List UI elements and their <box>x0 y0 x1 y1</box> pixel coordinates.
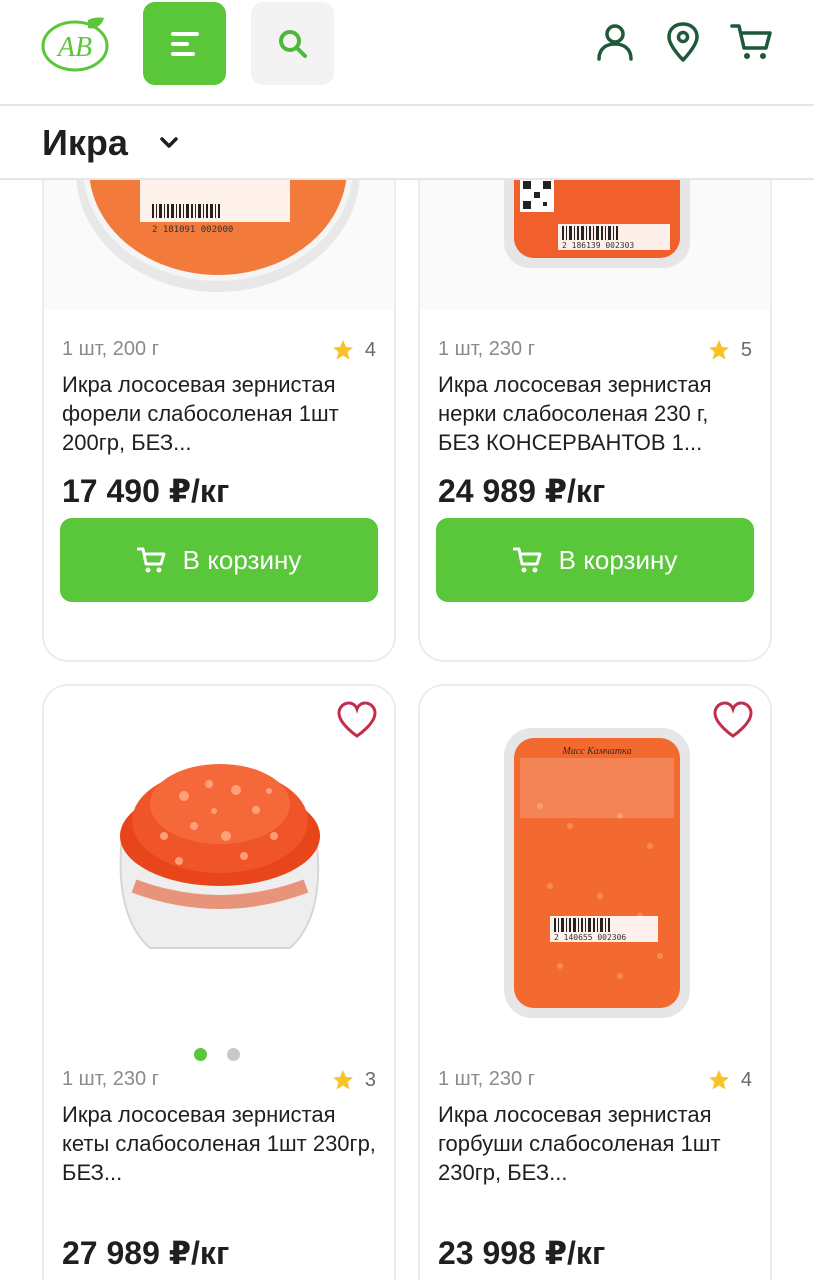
cart-icon <box>136 547 166 573</box>
favorite-heart-icon[interactable] <box>712 700 754 740</box>
product-name[interactable]: Икра лососевая зернистая горбуши слабосо… <box>438 1100 756 1187</box>
add-to-cart-label: В корзину <box>558 544 678 575</box>
rating-value: 4 <box>740 1068 752 1091</box>
product-meta: 1 шт, 230 г <box>438 338 536 360</box>
location-button[interactable] <box>661 20 705 64</box>
package-brand: Мисс Камчатка <box>561 746 631 757</box>
add-to-cart-label: В корзину <box>182 544 302 575</box>
star-icon <box>332 340 353 360</box>
product-price: 27 989 ₽/кг <box>62 1235 230 1271</box>
category-title: Икра <box>42 122 128 163</box>
top-header: АВ <box>0 0 814 106</box>
product-rating: 4 <box>707 1068 752 1092</box>
product-name[interactable]: Икра лососевая зернистая нерки слабосоле… <box>438 370 756 457</box>
product-price: 23 998 ₽/кг <box>438 1235 606 1271</box>
product-rating: 3 <box>331 1068 376 1092</box>
product-card[interactable]: 2 186139 002303 1 шт, 230 г 5 Икра лосос… <box>418 180 772 662</box>
rating-value: 3 <box>364 1068 376 1091</box>
rating-value: 4 <box>364 338 376 361</box>
product-meta: 1 шт, 230 г <box>438 1068 536 1090</box>
product-price: 24 989 ₽/кг <box>438 473 606 509</box>
product-image[interactable]: Мисс Камчатка 2 140655 002306 <box>420 686 770 1056</box>
add-to-cart-button[interactable]: В корзину <box>60 518 378 602</box>
product-card[interactable]: Мисс Камчатка 2 140655 002306 1 шт, 230 … <box>418 684 772 1280</box>
product-meta: 1 шт, 230 г <box>62 1068 160 1090</box>
product-rating: 4 <box>331 338 376 362</box>
star-icon <box>332 1070 353 1090</box>
logo-text: АВ <box>56 32 92 63</box>
image-carousel-dots[interactable] <box>194 1048 240 1061</box>
menu-icon <box>170 31 199 56</box>
chevron-down-icon[interactable] <box>156 130 182 156</box>
product-card[interactable]: 2 181091 002000 1 шт, 200 г 4 Икра лосос… <box>42 180 396 662</box>
logo-icon[interactable]: АВ <box>38 14 112 74</box>
product-image[interactable] <box>44 686 394 1056</box>
profile-button[interactable] <box>593 20 637 64</box>
user-icon <box>597 24 633 61</box>
star-icon <box>708 340 729 360</box>
product-grid: 2 181091 002000 1 шт, 200 г 4 Икра лосос… <box>0 180 814 1280</box>
barcode-number: 2 186139 002303 <box>562 241 634 250</box>
category-bar[interactable]: Икра <box>0 108 814 180</box>
search-button[interactable] <box>251 2 334 85</box>
product-image[interactable]: 2 186139 002303 <box>420 180 770 310</box>
carousel-dot[interactable] <box>227 1048 240 1061</box>
product-meta: 1 шт, 200 г <box>62 338 160 360</box>
menu-button[interactable] <box>143 2 226 85</box>
location-icon <box>667 22 699 62</box>
search-icon <box>278 29 307 58</box>
product-card[interactable]: 1 шт, 230 г 3 Икра лососевая зернистая к… <box>42 684 396 1280</box>
cart-icon <box>512 547 542 573</box>
star-icon <box>708 1070 729 1090</box>
product-name[interactable]: Икра лососевая зернистая форели слабосол… <box>62 370 380 457</box>
favorite-heart-icon[interactable] <box>336 700 378 740</box>
product-rating: 5 <box>707 338 752 362</box>
add-to-cart-button[interactable]: В корзину <box>436 518 754 602</box>
product-image[interactable]: 2 181091 002000 <box>44 180 394 310</box>
barcode-number: 2 181091 002000 <box>152 225 233 235</box>
cart-button[interactable] <box>730 20 774 64</box>
rating-value: 5 <box>740 338 752 361</box>
product-name[interactable]: Икра лососевая зернистая кеты слабосолен… <box>62 1100 380 1187</box>
barcode-number: 2 140655 002306 <box>554 933 626 942</box>
product-price: 17 490 ₽/кг <box>62 473 230 509</box>
cart-icon <box>730 24 772 59</box>
carousel-dot-active[interactable] <box>194 1048 207 1061</box>
